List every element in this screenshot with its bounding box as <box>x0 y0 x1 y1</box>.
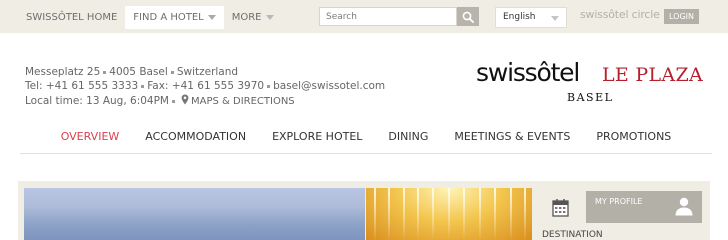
image-detail <box>374 188 376 240</box>
image-detail <box>463 188 465 240</box>
top-nav-label: MORE <box>231 12 262 23</box>
top-nav-more[interactable]: MORE <box>224 6 282 29</box>
separator-dot <box>267 84 271 88</box>
address-city: 4005 Basel <box>109 66 168 78</box>
top-utility-bar: SWISSÔTEL HOME FIND A HOTEL MORE English… <box>0 0 728 33</box>
language-select[interactable]: English <box>495 7 567 28</box>
nav-accommodation[interactable]: ACCOMMODATION <box>132 123 259 151</box>
search-button[interactable] <box>457 7 479 26</box>
swissotel-circle-link[interactable]: swissôtel circle <box>580 8 660 21</box>
hotel-local-time-row: Local time: 13 Aug, 6:04PM MAPS & DIRECTI… <box>25 94 295 108</box>
top-nav-label: FIND A HOTEL <box>133 12 204 23</box>
top-nav-find-a-hotel[interactable]: FIND A HOTEL <box>125 6 224 29</box>
image-detail <box>524 188 526 240</box>
calendar-icon[interactable] <box>552 198 569 217</box>
my-profile-label: MY PROFILE <box>595 197 643 206</box>
hotel-address: Messeplatz 25 4005 Basel Switzerland <box>25 66 238 78</box>
hotel-email-link[interactable]: basel@swissotel.com <box>273 80 385 92</box>
destination-label: DESTINATION <box>542 230 603 240</box>
chevron-down-icon <box>551 16 559 21</box>
nav-meetings-events[interactable]: MEETINGS & EVENTS <box>441 123 583 151</box>
my-profile-button[interactable]: MY PROFILE <box>586 191 702 223</box>
chevron-down-icon <box>265 14 274 20</box>
image-detail <box>403 188 405 240</box>
map-pin-icon <box>181 94 189 108</box>
image-detail <box>479 188 481 240</box>
login-button[interactable]: LOGIN <box>664 9 699 24</box>
image-detail <box>494 188 496 240</box>
image-detail <box>388 188 390 240</box>
hotel-tel: Tel: +41 61 555 3333 <box>25 80 139 92</box>
person-icon <box>675 197 693 216</box>
address-street: Messeplatz 25 <box>25 66 101 78</box>
image-detail <box>417 188 419 240</box>
chevron-down-icon <box>207 14 216 20</box>
nav-promotions[interactable]: PROMOTIONS <box>583 123 684 151</box>
maps-directions-link[interactable]: MAPS & DIRECTIONS <box>191 96 295 107</box>
address-country: Switzerland <box>176 66 239 78</box>
logo-brand[interactable]: swissôtel <box>476 58 580 87</box>
hero-image-sky <box>24 188 365 240</box>
nav-dining[interactable]: DINING <box>375 123 441 151</box>
hotel-local-time: Local time: 13 Aug, 6:04PM <box>25 95 169 107</box>
top-nav-label: SWISSÔTEL HOME <box>26 12 118 23</box>
search-icon <box>462 11 474 23</box>
logo-city: BASEL <box>567 91 614 104</box>
top-nav-swissotel-home[interactable]: SWISSÔTEL HOME <box>18 6 125 29</box>
hotel-contact: Tel: +41 61 555 3333 Fax: +41 61 555 3970… <box>25 80 385 92</box>
image-detail <box>448 188 450 240</box>
logo-hotel-name[interactable]: LE PLAZA <box>602 64 703 86</box>
nav-explore-hotel[interactable]: EXPLORE HOTEL <box>259 123 375 151</box>
separator-dot <box>103 70 107 74</box>
search-input[interactable] <box>319 7 457 26</box>
hotel-fax: Fax: +41 61 555 3970 <box>147 80 265 92</box>
top-navigation: SWISSÔTEL HOME FIND A HOTEL MORE <box>18 6 282 29</box>
nav-overview[interactable]: OVERVIEW <box>48 123 133 151</box>
separator-dot <box>172 99 175 103</box>
image-detail <box>432 188 434 240</box>
hero-image-golden-field <box>366 188 532 240</box>
main-navigation: OVERVIEW ACCOMMODATION EXPLORE HOTEL DIN… <box>20 123 712 154</box>
language-select-value: English <box>503 12 536 22</box>
image-detail <box>510 188 512 240</box>
separator-dot <box>170 70 174 74</box>
separator-dot <box>141 84 145 88</box>
